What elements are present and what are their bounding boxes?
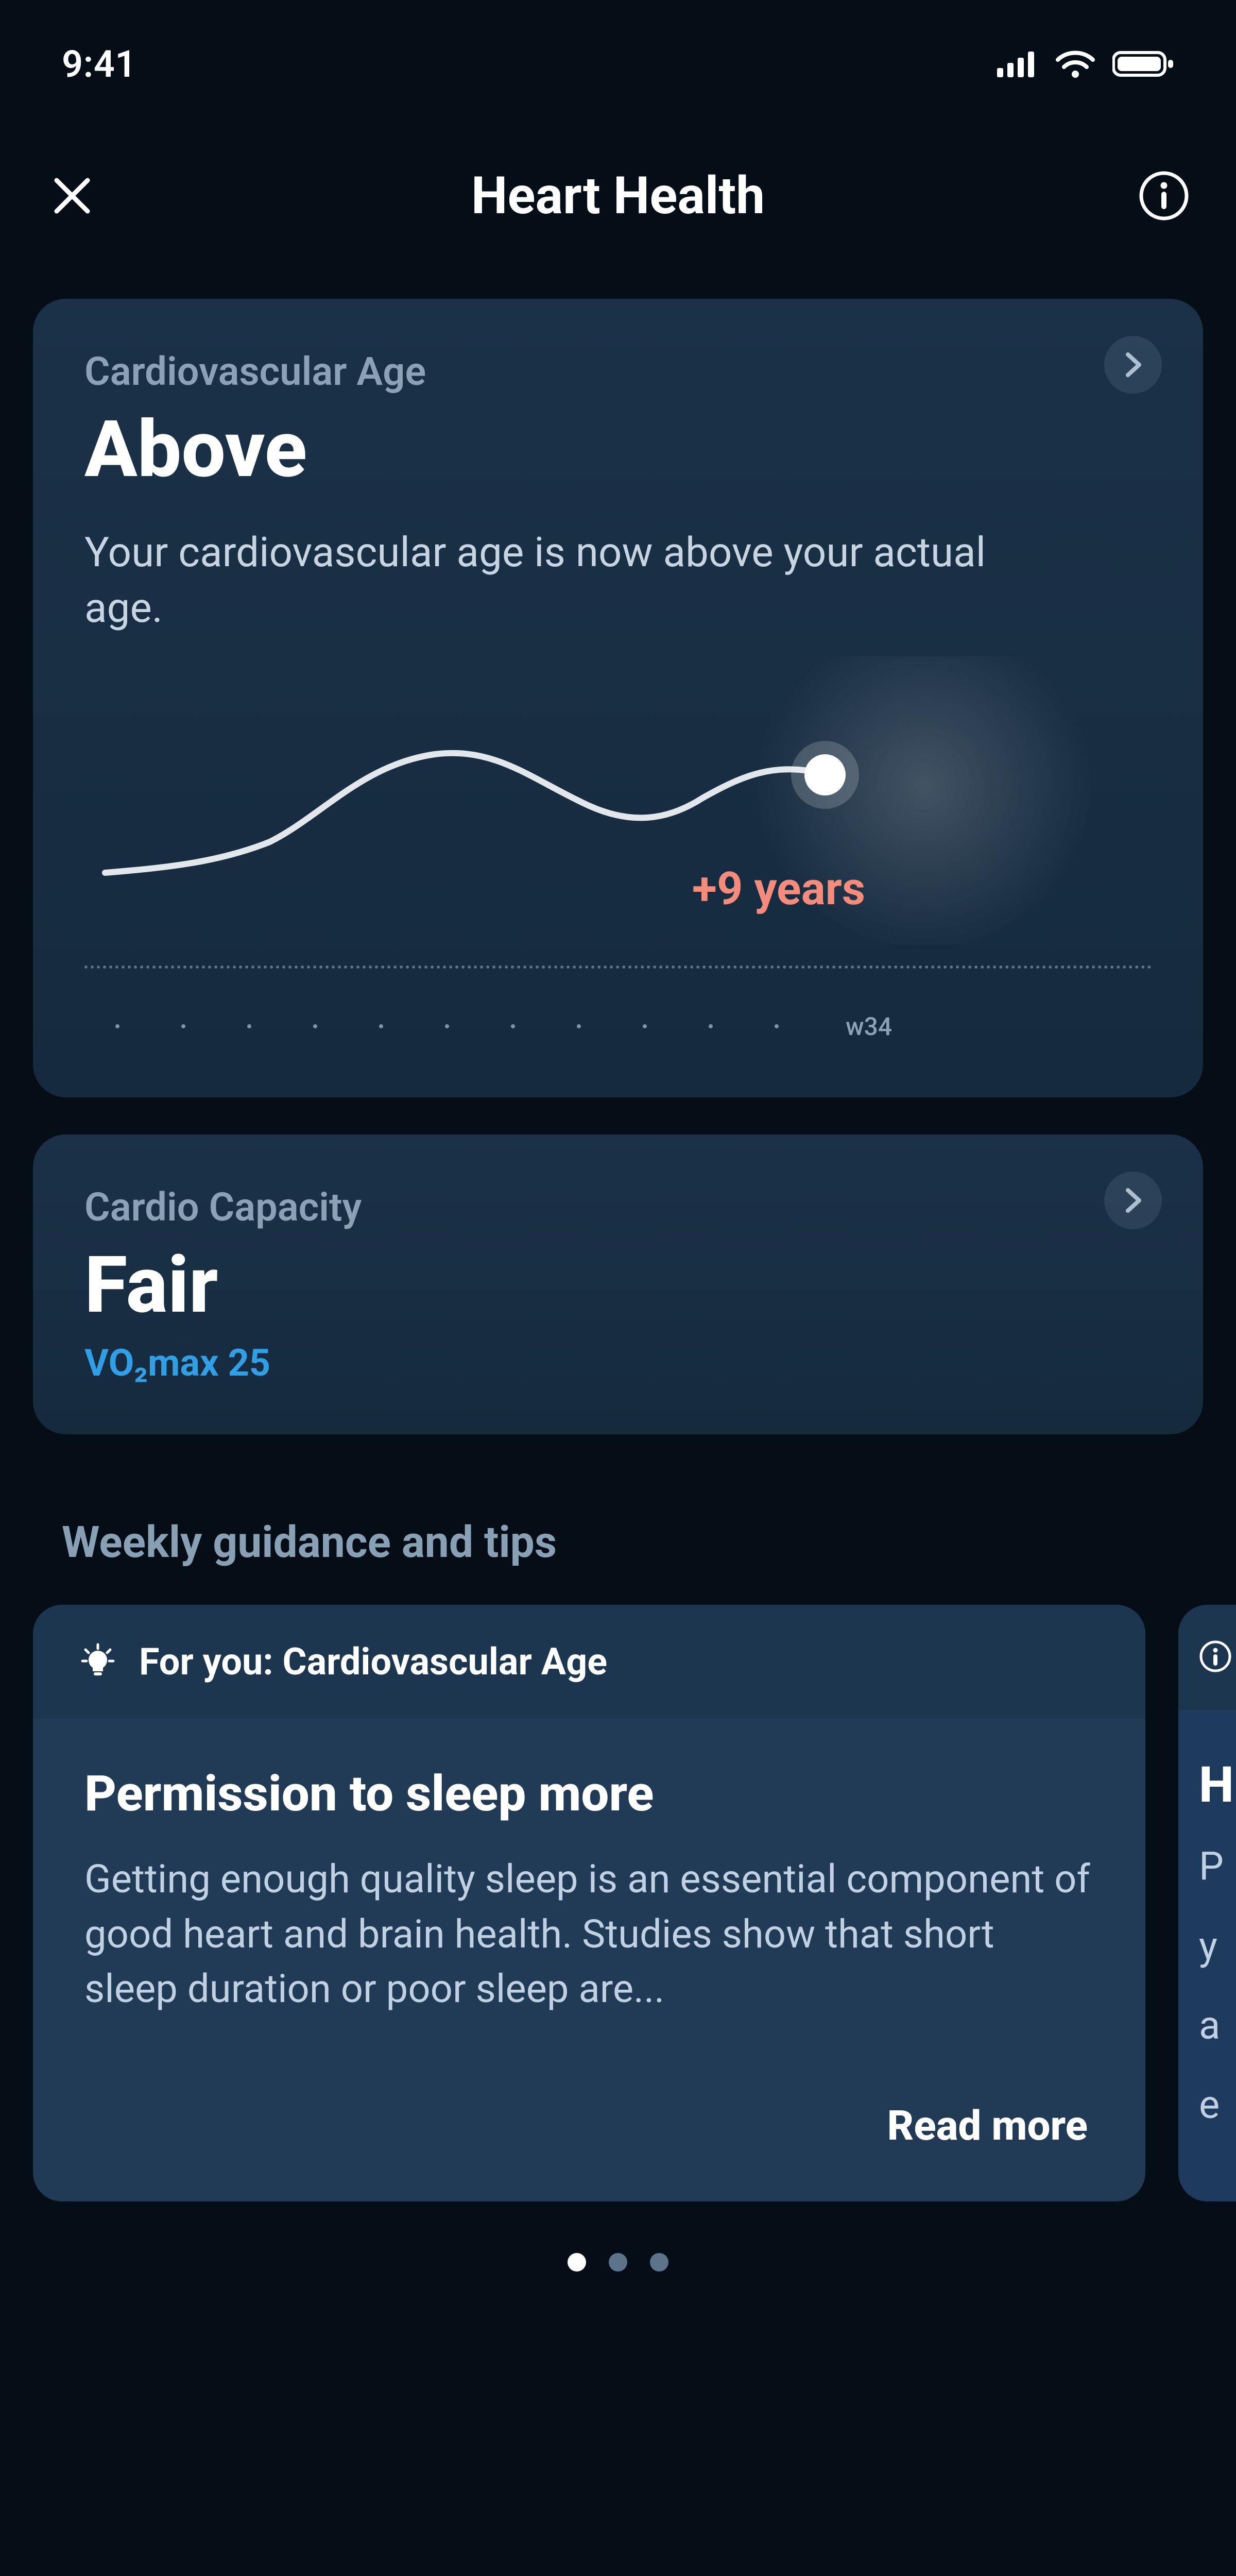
info-icon	[1138, 170, 1190, 222]
tip2-line: P	[1178, 1814, 1236, 1893]
page-dot[interactable]	[609, 2253, 627, 2272]
tip2-line: y	[1178, 1894, 1236, 1973]
status-time: 9:41	[62, 42, 136, 86]
tip2-line: e	[1178, 2053, 1236, 2132]
tip-tag: For you: Cardiovascular Age	[139, 1640, 607, 1684]
read-more-button[interactable]: Read more	[84, 2045, 1094, 2150]
chevron-right-icon	[1104, 336, 1162, 394]
tip-text: Getting enough quality sleep is an essen…	[84, 1852, 1094, 2016]
cv-age-description: Your cardiovascular age is now above you…	[84, 524, 1063, 636]
cardio-capacity-vo2max: VO₂max 25	[84, 1341, 1152, 1385]
carousel-page-dots	[0, 2253, 1236, 2272]
wifi-icon	[1055, 49, 1096, 78]
cardio-capacity-label: Cardio Capacity	[84, 1184, 1152, 1230]
cardio-capacity-value: Fair	[84, 1245, 1152, 1327]
tip2-line: a	[1178, 1973, 1236, 2053]
cv-age-value: Above	[84, 409, 1152, 492]
cv-age-diff-label: +9 years	[692, 862, 865, 916]
tip-card-2-peek[interactable]: H P y a e	[1178, 1605, 1236, 2201]
battery-icon	[1112, 49, 1174, 78]
cv-age-trend-line	[84, 687, 1152, 893]
info-button[interactable]	[1133, 165, 1195, 227]
cardio-capacity-card[interactable]: Cardio Capacity Fair VO₂max 25	[33, 1134, 1203, 1435]
cardiovascular-age-card[interactable]: Cardiovascular Age Above Your cardiovasc…	[33, 299, 1203, 1097]
tip-card-1[interactable]: For you: Cardiovascular Age Permission t…	[33, 1605, 1145, 2201]
status-icons	[997, 49, 1174, 78]
cv-age-chart: +9 years w34	[84, 656, 1152, 1048]
chart-x-ticks: w34	[84, 1012, 1152, 1041]
tip2-title-slice: H	[1178, 1710, 1236, 1814]
cellular-icon	[997, 50, 1038, 77]
close-icon	[50, 174, 94, 217]
tips-carousel[interactable]: For you: Cardiovascular Age Permission t…	[0, 1605, 1236, 2201]
close-button[interactable]	[41, 165, 103, 227]
status-bar: 9:41	[0, 0, 1236, 103]
page-dot[interactable]	[650, 2253, 668, 2272]
tip-header	[1178, 1605, 1236, 1710]
weekly-guidance-heading: Weekly guidance and tips	[0, 1434, 1236, 1605]
tip-header: For you: Cardiovascular Age	[33, 1605, 1145, 1719]
chart-current-point	[804, 754, 846, 795]
lightbulb-icon	[79, 1642, 116, 1682]
chart-baseline	[84, 965, 1152, 969]
chart-week-label: w34	[846, 1012, 892, 1041]
chevron-right-icon	[1104, 1172, 1162, 1229]
page-title: Heart Health	[471, 166, 765, 226]
info-icon	[1199, 1640, 1232, 1675]
tip-title: Permission to sleep more	[84, 1765, 1094, 1823]
page-dot-active[interactable]	[568, 2253, 586, 2272]
page-header: Heart Health	[0, 103, 1236, 299]
cv-age-label: Cardiovascular Age	[84, 348, 1152, 395]
